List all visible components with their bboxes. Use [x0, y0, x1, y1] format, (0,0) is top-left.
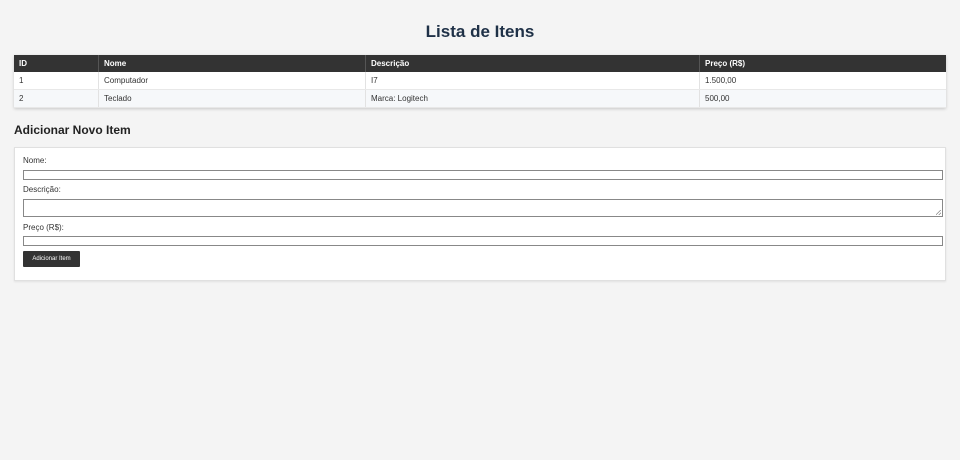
add-item-button[interactable]: Adicionar Item: [23, 251, 80, 267]
cell-id: 1: [14, 72, 99, 90]
nome-input[interactable]: [23, 170, 943, 180]
add-item-form: Nome: Descrição: Preço (R$): Adicionar I…: [14, 147, 946, 281]
column-header-descricao: Descrição: [365, 55, 700, 72]
cell-id: 2: [14, 89, 99, 108]
preco-label: Preço (R$):: [23, 223, 64, 232]
table-row: 2 Teclado Marca: Logitech 500,00: [14, 89, 946, 108]
column-header-nome: Nome: [98, 55, 366, 72]
descricao-textarea[interactable]: [23, 199, 943, 217]
add-item-heading: Adicionar Novo Item: [14, 123, 131, 137]
preco-input[interactable]: [23, 236, 943, 246]
descricao-label: Descrição:: [23, 185, 61, 194]
cell-descricao: Marca: Logitech: [365, 89, 700, 108]
cell-preco: 500,00: [699, 89, 946, 108]
cell-nome: Computador: [98, 72, 366, 90]
column-header-preco: Preço (R$): [699, 55, 946, 72]
page-title: Lista de Itens: [425, 22, 535, 41]
nome-label: Nome:: [23, 156, 47, 165]
cell-nome: Teclado: [98, 89, 366, 108]
items-table: ID Nome Descrição Preço (R$) 1 Computado…: [14, 55, 946, 108]
cell-preco: 1.500,00: [699, 72, 946, 90]
resize-grip-icon[interactable]: [936, 210, 941, 215]
table-row: 1 Computador I7 1.500,00: [14, 72, 946, 90]
cell-descricao: I7: [365, 72, 700, 90]
table-header-row: ID Nome Descrição Preço (R$): [14, 55, 946, 72]
column-header-id: ID: [14, 55, 99, 72]
